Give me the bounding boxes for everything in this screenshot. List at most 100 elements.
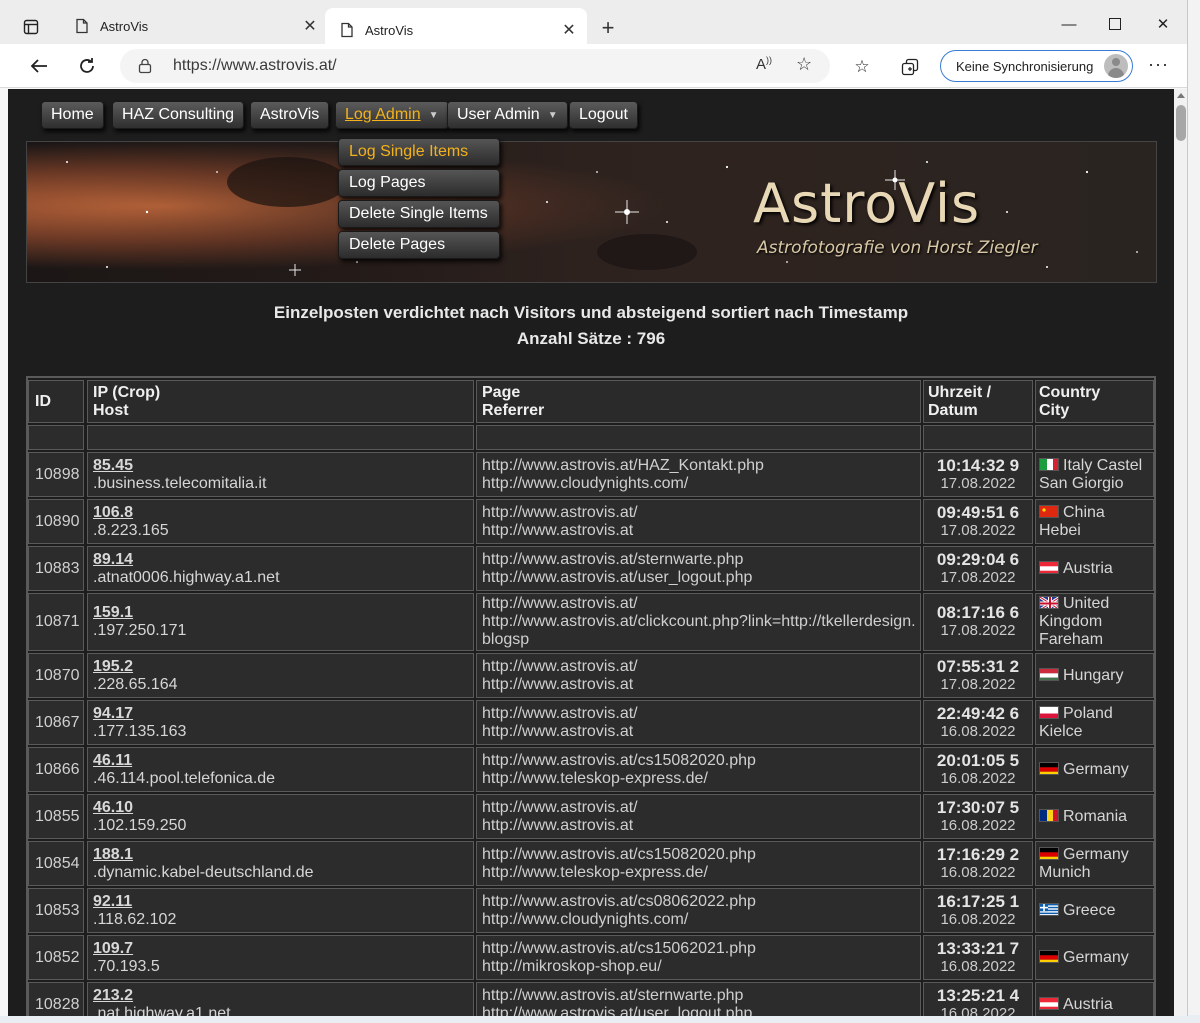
close-tab-icon[interactable]: ✕ xyxy=(298,14,322,38)
page-url: http://www.astrovis.at/ xyxy=(482,503,638,521)
reload-icon[interactable] xyxy=(72,51,102,81)
add-favorite-icon[interactable]: ☆ xyxy=(796,54,812,75)
host-text: .nat.highway.a1.net xyxy=(93,1004,231,1017)
ip-link[interactable]: 195.2 xyxy=(93,658,469,676)
menu-log-admin[interactable]: Log Admin ▼ xyxy=(335,101,449,129)
ip-link[interactable]: 89.14 xyxy=(93,551,469,569)
hu-flag-icon xyxy=(1039,667,1059,681)
back-icon[interactable] xyxy=(24,51,54,81)
url-text[interactable]: https://www.astrovis.at/ xyxy=(173,57,337,75)
tab-inactive[interactable]: AstroVis ✕ xyxy=(60,9,322,43)
host-text: .197.250.171 xyxy=(93,622,187,639)
avatar xyxy=(1104,54,1128,78)
ip-link[interactable]: 106.8 xyxy=(93,504,469,522)
cell-id: 10828 xyxy=(28,982,84,1016)
header-ip: IP (Crop) Host xyxy=(87,380,474,423)
host-text: .177.135.163 xyxy=(93,722,187,740)
referrer-url: http://www.teleskop-express.de/ xyxy=(482,769,708,787)
cell-country: Romania xyxy=(1035,794,1154,839)
gb-flag-icon xyxy=(1039,596,1059,609)
read-aloud-icon[interactable]: A)) xyxy=(756,55,772,73)
scroll-thumb[interactable] xyxy=(1176,105,1186,141)
host-text: .8.223.165 xyxy=(93,521,169,539)
new-tab-icon[interactable]: + xyxy=(594,14,622,42)
cell-page: http://www.astrovis.at/http://www.astrov… xyxy=(476,653,921,698)
menu-haz-consulting[interactable]: HAZ Consulting xyxy=(112,101,245,129)
lock-icon[interactable] xyxy=(138,58,152,74)
close-window-icon[interactable]: ✕ xyxy=(1140,10,1186,38)
table-row: 10853 92.11.118.62.102 http://www.astrovis… xyxy=(28,886,1154,933)
host-text: .business.telecomitalia.it xyxy=(93,474,267,492)
dropdown-delete-single-items[interactable]: Delete Single Items xyxy=(338,200,500,228)
cell-time: 07:55:31 2 17.08.2022 xyxy=(923,653,1033,698)
page-heading: Einzelposten verdichtet nach Visitors un… xyxy=(273,303,909,322)
cell-time: 16:17:25 1 16.08.2022 xyxy=(923,888,1033,933)
sync-button[interactable]: Keine Synchronisierung xyxy=(940,50,1133,82)
minimize-icon[interactable]: — xyxy=(1046,10,1092,38)
cell-time: 08:17:16 6 17.08.2022 xyxy=(923,593,1033,651)
menu-logout[interactable]: Logout xyxy=(569,101,638,129)
more-icon[interactable]: ··· xyxy=(1148,54,1169,75)
table-row: 10867 94.17.177.135.163 http://www.astrovi… xyxy=(28,698,1154,745)
menu-home[interactable]: Home xyxy=(41,101,104,129)
time-text: 20:01:05 5 xyxy=(936,750,1020,770)
date-text: 16.08.2022 xyxy=(940,722,1016,740)
dropdown-delete-pages[interactable]: Delete Pages xyxy=(338,231,500,259)
row-id: 10866 xyxy=(35,760,80,778)
dropdown-log-pages[interactable]: Log Pages xyxy=(338,169,500,197)
page-url: http://www.astrovis.at/cs15082020.php xyxy=(482,845,756,863)
cell-time: 22:49:42 6 16.08.2022 xyxy=(923,700,1033,745)
ip-link[interactable]: 92.11 xyxy=(93,893,469,911)
cell-time: 20:01:05 5 16.08.2022 xyxy=(923,747,1033,792)
address-bar[interactable]: https://www.astrovis.at/ A)) ☆ xyxy=(120,49,830,83)
collections-icon[interactable] xyxy=(897,54,923,80)
cell-ip: 106.8.8.223.165 xyxy=(87,499,474,544)
cell-id: 10890 xyxy=(28,499,84,544)
ip-link[interactable]: 46.10 xyxy=(93,799,469,817)
menu-user-admin[interactable]: User Admin ▼ xyxy=(447,101,568,129)
ro-flag-icon xyxy=(1039,808,1059,822)
tab-title: AstroVis xyxy=(100,18,149,34)
tab-actions-icon[interactable] xyxy=(14,10,48,44)
taskbar-strip xyxy=(0,1015,1200,1023)
de-flag-icon xyxy=(1039,846,1059,860)
page-scrollbar[interactable] xyxy=(1174,89,1187,1016)
ip-link[interactable]: 109.7 xyxy=(93,940,469,958)
ip-link[interactable]: 159.1 xyxy=(93,604,469,622)
banner-subtitle: Astrofotografie von Horst Ziegler xyxy=(757,238,1038,258)
de-flag-icon xyxy=(1039,761,1059,775)
cell-id: 10898 xyxy=(28,452,84,497)
maximize-icon[interactable] xyxy=(1092,10,1138,38)
cell-time: 13:25:21 4 16.08.2022 xyxy=(923,982,1033,1016)
table-row: 10855 46.10.102.159.250 http://www.astrovi… xyxy=(28,792,1154,839)
favorites-icon[interactable]: ☆ xyxy=(849,54,875,80)
cell-page: http://www.astrovis.at/sternwarte.php htt… xyxy=(476,546,921,591)
cell-country: Italy Castel San Giorgio xyxy=(1035,452,1154,497)
dropdown-log-single-items[interactable]: Log Single Items xyxy=(338,138,500,166)
cell-time: 09:29:04 6 17.08.2022 xyxy=(923,546,1033,591)
menu-astrovis[interactable]: AstroVis xyxy=(250,101,330,129)
date-text: 16.08.2022 xyxy=(940,910,1016,928)
ip-link[interactable]: 85.45 xyxy=(93,457,469,475)
time-text: 17:30:07 5 xyxy=(936,797,1020,817)
scroll-up-icon[interactable] xyxy=(1177,93,1185,98)
page-url: http://www.astrovis.at/HAZ_Kontakt.php xyxy=(482,456,764,474)
record-count: Anzahl Sätze : 796 xyxy=(516,329,666,348)
ip-link[interactable]: 188.1 xyxy=(93,846,469,864)
page-url: http://www.astrovis.at/ xyxy=(482,704,638,722)
host-text: .70.193.5 xyxy=(93,957,160,975)
page-url: http://www.astrovis.at/cs08062022.php xyxy=(482,892,756,910)
page-url: http://www.astrovis.at/sternwarte.php xyxy=(482,550,744,568)
ip-link[interactable]: 94.17 xyxy=(93,705,469,723)
close-tab-icon[interactable]: ✕ xyxy=(557,18,581,42)
table-row: 10871 159.1.197.250.171 http://www.astrovi… xyxy=(28,591,1154,651)
page-url: http://www.astrovis.at/ xyxy=(482,798,638,816)
it-flag-icon xyxy=(1039,457,1059,471)
ip-link[interactable]: 46.11 xyxy=(93,752,469,770)
table-filter-row xyxy=(28,423,1154,450)
date-text: 17.08.2022 xyxy=(940,474,1016,492)
row-id: 10854 xyxy=(35,854,80,872)
date-text: 17.08.2022 xyxy=(940,622,1016,639)
cell-ip: 89.14 .atnat0006.highway.a1.net xyxy=(87,546,474,591)
ip-link[interactable]: 213.2 xyxy=(93,987,469,1005)
